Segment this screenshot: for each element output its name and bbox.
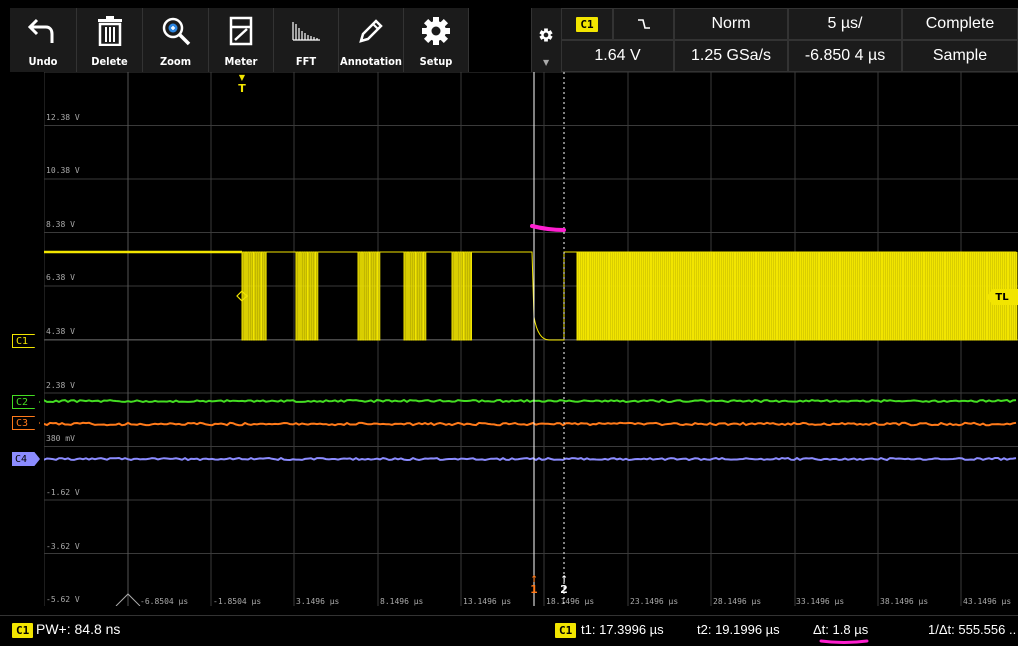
cursor-inverse-delta-readout[interactable]: 1/Δt: 555.556 .. [928, 622, 1016, 637]
trigger-slope[interactable] [613, 8, 674, 40]
x-label: 23.1496 µs [630, 597, 678, 606]
fft-label: FFT [274, 55, 338, 68]
y-label: 4.38 V [46, 327, 75, 336]
trigger-level-tag[interactable]: TL [986, 289, 1018, 305]
y-label: 2.38 V [46, 381, 75, 390]
x-label: 13.1496 µs [463, 597, 511, 606]
meter-icon [209, 14, 273, 48]
y-label: -1.62 V [46, 488, 80, 497]
channel-2-trace [44, 400, 1016, 402]
meter-label: Meter [209, 55, 273, 68]
cursor-channel-badge: C1 [555, 623, 576, 638]
y-label: -5.62 V [46, 595, 80, 604]
x-label: 33.1496 µs [796, 597, 844, 606]
channel-1-trace [44, 252, 1017, 340]
cursor-delta-t-readout[interactable]: Δt: 1.8 µs [813, 622, 868, 637]
undo-label: Undo [10, 55, 76, 68]
delete-label: Delete [77, 55, 142, 68]
undo-button[interactable]: Undo [10, 8, 77, 72]
x-label: 8.1496 µs [380, 597, 423, 606]
meter-button[interactable]: Meter [209, 8, 274, 72]
x-label: 3.1496 µs [296, 597, 339, 606]
y-label: 8.38 V [46, 220, 75, 229]
x-label: -6.8504 µs [140, 597, 188, 606]
annotation-mark [532, 226, 564, 230]
y-label: 6.38 V [46, 273, 75, 282]
setup-button[interactable]: Setup [404, 8, 469, 72]
waveform-grid[interactable] [44, 72, 1018, 606]
annotation-underline [818, 638, 870, 645]
y-label: 12.38 V [46, 113, 80, 122]
trigger-position[interactable]: -6.850 4 µs [788, 40, 902, 72]
undo-icon [10, 14, 76, 48]
trash-icon [77, 14, 142, 48]
channel-3-marker[interactable]: C3 [12, 416, 40, 430]
x-label: 43.1496 µs [963, 597, 1011, 606]
chevron-down-icon: ▼ [543, 58, 549, 67]
channel-4-marker[interactable]: C4 [12, 452, 40, 466]
pulse-width-readout[interactable]: PW+: 84.8 ns [36, 621, 120, 637]
acquisition-mode[interactable]: Sample [902, 40, 1018, 72]
zoom-icon [143, 14, 208, 48]
zoom-label: Zoom [143, 55, 208, 68]
delete-button[interactable]: Delete [77, 8, 143, 72]
fft-icon [274, 14, 338, 48]
trigger-mode[interactable]: Norm [674, 8, 788, 40]
x-label: 18.1496 µs [546, 597, 594, 606]
cursor-1-label: 1 [528, 585, 540, 595]
cursor-t2-readout[interactable]: t2: 19.1996 µs [697, 622, 780, 637]
x-label: 28.1496 µs [713, 597, 761, 606]
toolbar: Undo Delete Zoom Meter FFT Annotation Se… [0, 0, 1018, 72]
y-label: 380 mV [46, 434, 75, 443]
pw-channel-badge: C1 [12, 623, 33, 638]
y-label: -3.62 V [46, 542, 80, 551]
trigger-channel-badge: C1 [576, 17, 597, 32]
trigger-level[interactable]: 1.64 V [561, 40, 674, 72]
cursor-2-label: 2 [558, 585, 570, 595]
acquisition-status[interactable]: Complete [902, 8, 1018, 40]
channel-3-trace [44, 423, 1016, 425]
trigger-source[interactable]: C1 [561, 8, 613, 40]
annotation-button[interactable]: Annotation [339, 8, 404, 72]
sample-rate[interactable]: 1.25 GSa/s [674, 40, 788, 72]
annotation-label: Annotation [339, 55, 403, 68]
settings-menu-button[interactable]: ▼ [531, 8, 562, 72]
fft-button[interactable]: FFT [274, 8, 339, 72]
channel-1-marker[interactable]: C1 [12, 334, 40, 348]
timebase-scale[interactable]: 5 µs/ [788, 8, 902, 40]
y-label: 10.38 V [46, 166, 80, 175]
gear-icon [404, 14, 468, 48]
zoom-button[interactable]: Zoom [143, 8, 209, 72]
channel-4-trace [44, 458, 1016, 460]
setup-label: Setup [404, 55, 468, 68]
trigger-position-marker[interactable]: ▼ T [236, 72, 248, 94]
cursor-1-marker[interactable]: ↑ 1 [528, 575, 540, 595]
pencil-icon [339, 14, 403, 48]
channel-2-marker[interactable]: C2 [12, 395, 40, 409]
falling-edge-icon [636, 16, 652, 32]
x-label: -1.8504 µs [213, 597, 261, 606]
x-label: 38.1496 µs [880, 597, 928, 606]
cursor-t1-readout[interactable]: t1: 17.3996 µs [581, 622, 664, 637]
trigger-marker-label: T [236, 83, 248, 94]
cursor-2-marker[interactable]: ↑ 2 [558, 575, 570, 595]
gear-icon [539, 28, 553, 42]
